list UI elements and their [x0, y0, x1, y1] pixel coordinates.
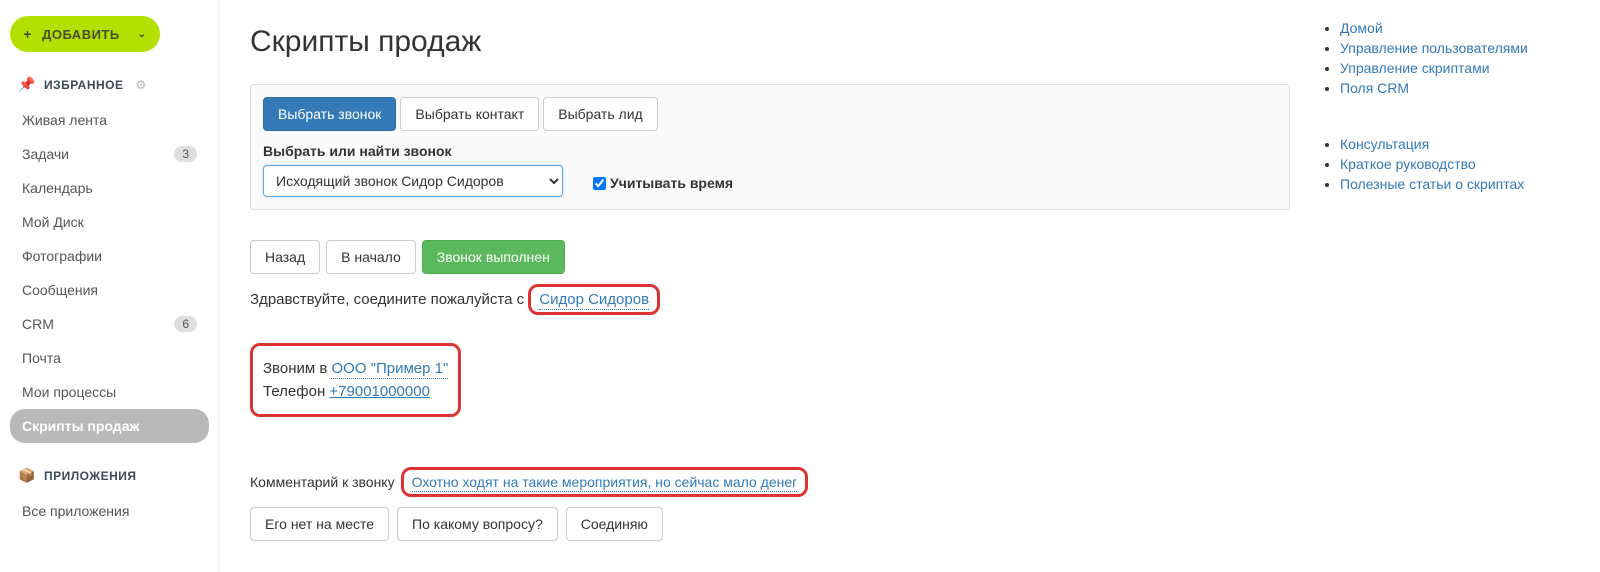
add-button-label: ДОБАВИТЬ [42, 27, 120, 42]
sidebar: + ДОБАВИТЬ ⌄ 📌 ИЗБРАННОЕ ⚙ Живая лента За… [0, 0, 220, 572]
sidebar-item[interactable]: Скрипты продаж [10, 409, 209, 443]
sidebar-item-label: Скрипты продаж [22, 418, 139, 434]
favorites-list: Живая лента Задачи 3 Календарь Мой Диск Фотог… [10, 103, 209, 443]
sidebar-item[interactable]: Календарь [10, 171, 209, 205]
response-options: Его нет на местеПо какому вопросу?Соедин… [250, 507, 1290, 541]
sidebar-item[interactable]: Мои процессы [10, 375, 209, 409]
sidebar-item[interactable]: Мой Диск [10, 205, 209, 239]
apps-label: ПРИЛОЖЕНИЯ [44, 469, 137, 483]
sidebar-item-label: Сообщения [22, 282, 98, 298]
call-done-button[interactable]: Звонок выполнен [422, 240, 565, 274]
comment-line: Комментарий к звонку Охотно ходят на так… [250, 467, 1290, 497]
favorites-section-title: 📌 ИЗБРАННОЕ ⚙ [18, 76, 209, 93]
greeting-prefix: Здравствуйте, соедините пожалуйста с [250, 291, 528, 308]
sidebar-item[interactable]: Задачи 3 [10, 137, 209, 171]
help-links: Консультация Краткое руководство Полезные … [1320, 136, 1570, 192]
help-link[interactable]: Консультация [1340, 136, 1429, 152]
calling-prefix: Звоним в [263, 360, 331, 377]
sidebar-item[interactable]: Почта [10, 341, 209, 375]
sidebar-item-label: Почта [22, 350, 61, 366]
phone-label: Телефон [263, 383, 329, 400]
sidebar-item[interactable]: CRM 6 [10, 307, 209, 341]
sidebar-item-label: Задачи [22, 146, 69, 162]
pin-icon: 📌 [18, 76, 36, 93]
start-button[interactable]: В начало [326, 240, 416, 274]
add-button[interactable]: + ДОБАВИТЬ ⌄ [10, 16, 160, 52]
sidebar-item-label: Календарь [22, 180, 93, 196]
response-option-button[interactable]: По какому вопросу? [397, 507, 558, 541]
consider-time-checkbox[interactable] [593, 177, 606, 190]
tabs: Выбрать звонокВыбрать контактВыбрать лид [263, 97, 1277, 131]
gear-icon[interactable]: ⚙ [136, 78, 147, 92]
sidebar-item-badge: 3 [174, 146, 197, 162]
page-title: Скрипты продаж [250, 25, 1290, 59]
call-info-highlight: Звоним в ООО "Пример 1" Телефон +7900100… [250, 343, 461, 417]
tab[interactable]: Выбрать контакт [400, 97, 539, 131]
contact-name-link[interactable]: Сидор Сидоров [539, 291, 649, 310]
sidebar-item[interactable]: Фотографии [10, 239, 209, 273]
tab[interactable]: Выбрать звонок [263, 97, 396, 131]
box-icon: 📦 [18, 467, 36, 484]
action-buttons: Назад В начало Звонок выполнен [250, 240, 1290, 274]
consider-time-label[interactable]: Учитывать время [610, 175, 733, 191]
back-button[interactable]: Назад [250, 240, 320, 274]
plus-icon: + [23, 26, 32, 42]
sidebar-item-label: Фотографии [22, 248, 102, 264]
response-option-button[interactable]: Его нет на месте [250, 507, 389, 541]
select-call[interactable]: Исходящий звонок Сидор Сидоров [263, 165, 563, 197]
chevron-down-icon: ⌄ [138, 29, 147, 40]
phone-link[interactable]: +79001000000 [329, 383, 430, 400]
select-call-label: Выбрать или найти звонок [263, 143, 563, 159]
phone-line: Телефон +79001000000 [263, 383, 448, 400]
greeting-line: Здравствуйте, соедините пожалуйста с Сид… [250, 284, 1290, 315]
sidebar-item-label: Мой Диск [22, 214, 84, 230]
admin-link[interactable]: Управление скриптами [1340, 60, 1490, 76]
admin-link[interactable]: Управление пользователями [1340, 40, 1528, 56]
right-column: Домой Управление пользователями Управление… [1320, 10, 1570, 562]
comment-link[interactable]: Охотно ходят на такие мероприятия, но се… [412, 474, 798, 492]
apps-section-title: 📦 ПРИЛОЖЕНИЯ [18, 467, 209, 484]
sidebar-item[interactable]: Живая лента [10, 103, 209, 137]
company-link[interactable]: ООО "Пример 1" [331, 360, 448, 379]
help-link[interactable]: Полезные статьи о скриптах [1340, 176, 1524, 192]
comment-label: Комментарий к звонку [250, 474, 395, 490]
sidebar-item-label: Живая лента [22, 112, 107, 128]
response-option-button[interactable]: Соединяю [566, 507, 663, 541]
help-link[interactable]: Краткое руководство [1340, 156, 1476, 172]
favorites-label: ИЗБРАННОЕ [44, 78, 124, 92]
sidebar-item[interactable]: Сообщения [10, 273, 209, 307]
call-selection-panel: Выбрать звонокВыбрать контактВыбрать лид… [250, 84, 1290, 210]
sidebar-item[interactable]: Все приложения [10, 494, 209, 528]
comment-highlight: Охотно ходят на такие мероприятия, но се… [401, 467, 809, 497]
admin-links: Домой Управление пользователями Управление… [1320, 20, 1570, 96]
tab[interactable]: Выбрать лид [543, 97, 657, 131]
sidebar-item-label: CRM [22, 316, 54, 332]
sidebar-item-label: Мои процессы [22, 384, 116, 400]
admin-link[interactable]: Домой [1340, 20, 1383, 36]
apps-list: Все приложения [10, 494, 209, 528]
sidebar-item-badge: 6 [174, 316, 197, 332]
admin-link[interactable]: Поля CRM [1340, 80, 1409, 96]
contact-name-highlight: Сидор Сидоров [528, 284, 660, 315]
main-content: Скрипты продаж Выбрать звонокВыбрать кон… [220, 0, 1600, 572]
company-line: Звоним в ООО "Пример 1" [263, 360, 448, 377]
